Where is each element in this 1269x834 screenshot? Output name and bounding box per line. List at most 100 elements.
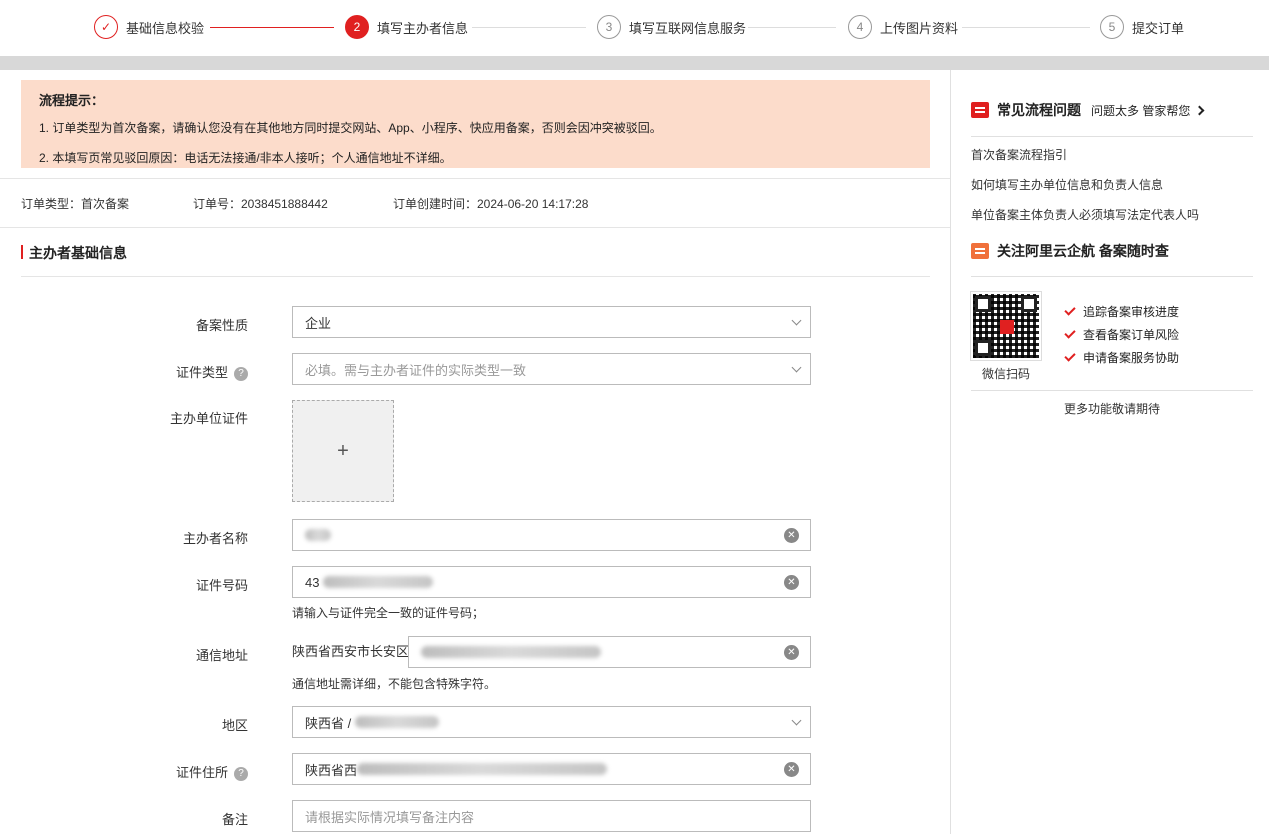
clear-icon[interactable]: ✕: [784, 528, 799, 543]
app-icon: [971, 243, 989, 259]
field-label-text: 证件类型: [175, 365, 228, 380]
feature-item: 申请备案服务协助: [1064, 349, 1180, 366]
field-label: 证件类型?: [0, 362, 248, 381]
step-number: 5: [1100, 15, 1124, 39]
cert-address-prefix: 陕西省西: [305, 762, 358, 778]
field-label: 证件住所?: [0, 762, 248, 781]
cert-number-prefix: 43: [305, 574, 320, 590]
cert-address-input[interactable]: 陕西省西 ✕: [292, 753, 811, 785]
notice-title: 流程提示：: [39, 93, 105, 108]
qr-logo: [1000, 320, 1014, 334]
separator-band: [0, 56, 1269, 70]
sponsor-name-input[interactable]: ✕: [292, 519, 811, 551]
faq-link[interactable]: 单位备案主体负责人必须填写法定代表人吗: [971, 206, 1199, 223]
address-hint: 通信地址需详细，不能包含特殊字符。: [292, 677, 497, 691]
feature-item: 追踪备案审核进度: [1064, 303, 1180, 320]
check-icon: [1064, 327, 1076, 339]
section-accent-bar: [21, 245, 23, 259]
help-icon[interactable]: ?: [234, 766, 248, 781]
select-placeholder: 必填。需与主办者证件的实际类型一致: [305, 362, 527, 378]
cert-number-hint: 请输入与证件完全一致的证件号码；: [292, 606, 485, 620]
chevron-down-icon: [791, 362, 802, 373]
notice-line: 2. 本填写页常见驳回原因：电话无法接通/非本人接听；个人通信地址不详细。: [39, 151, 452, 165]
field-label: 备注: [221, 812, 248, 827]
feature-label: 追踪备案审核进度: [1083, 305, 1180, 319]
order-number: 订单号：2038451888442: [193, 196, 328, 211]
notice-line: 1. 订单类型为首次备案，请确认您没有在其他地方同时提交网站、App、小程序、快…: [39, 121, 662, 135]
check-icon: [1064, 304, 1076, 316]
nature-select[interactable]: 企业: [292, 306, 811, 338]
field-label: 主办单位证件: [169, 411, 248, 426]
faq-title: 常见流程问题: [997, 102, 1081, 118]
step-label: 基础信息校验: [126, 20, 205, 36]
faq-header: 常见流程问题 问题太多 管家帮您: [971, 100, 1205, 120]
progress-stepper: ✓ 基础信息校验 2 填写主办者信息 3 填写互联网信息服务 4 上传图片资料 …: [0, 0, 1269, 56]
check-icon: [1064, 350, 1076, 362]
feature-item: 查看备案订单风险: [1064, 326, 1180, 343]
field-label: 证件号码: [195, 578, 248, 593]
qr-caption: 微信扫码: [981, 367, 1030, 381]
step-label: 填写主办者信息: [377, 20, 469, 36]
region-prefix: 陕西省 /: [305, 715, 352, 731]
step-connector: [472, 27, 586, 28]
qr-finder: [1021, 296, 1037, 312]
divider: [971, 276, 1253, 277]
region-select[interactable]: 陕西省 /: [292, 706, 811, 738]
cert-type-select[interactable]: 必填。需与主办者证件的实际类型一致: [292, 353, 811, 385]
redacted-value: [357, 763, 608, 775]
redacted-value: [421, 646, 601, 658]
faq-assist-link[interactable]: 问题太多 管家帮您: [1091, 102, 1190, 119]
address-prefix: 陕西省西安市长安区: [292, 644, 410, 659]
step-connector: [748, 27, 836, 28]
clear-icon[interactable]: ✕: [784, 762, 799, 777]
redacted-value: [305, 529, 331, 541]
step-label: 提交订单: [1132, 20, 1185, 36]
step-basic-check: ✓ 基础信息校验: [94, 14, 204, 40]
section-header: 主办者基础信息: [21, 242, 930, 277]
help-sidebar: 常见流程问题 问题太多 管家帮您 首次备案流程指引 如何填写主办单位信息和负责人…: [951, 70, 1269, 834]
select-value: 企业: [305, 315, 332, 331]
step-label: 上传图片资料: [880, 20, 959, 36]
faq-link[interactable]: 如何填写主办单位信息和负责人信息: [971, 176, 1163, 193]
step-submit-order: 5 提交订单: [1100, 14, 1184, 40]
check-icon: ✓: [94, 15, 118, 39]
qr-finder: [975, 296, 991, 312]
step-number: 3: [597, 15, 621, 39]
chevron-down-icon: [791, 315, 802, 326]
step-number: 2: [345, 15, 369, 39]
field-label-text: 证件住所: [175, 765, 228, 780]
faq-link[interactable]: 首次备案流程指引: [971, 146, 1067, 163]
field-label: 备案性质: [195, 318, 248, 333]
follow-header: 关注阿里云企航 备案随时查: [971, 241, 1169, 261]
chevron-down-icon: [791, 715, 802, 726]
redacted-value: [355, 716, 440, 728]
help-icon[interactable]: ?: [234, 366, 248, 381]
step-connector: [210, 27, 334, 28]
remark-placeholder: 请根据实际情况填写备注内容: [305, 809, 475, 825]
order-type: 订单类型：首次备案: [21, 196, 130, 211]
field-label: 地区: [221, 718, 248, 733]
process-notice: 流程提示： 1. 订单类型为首次备案，请确认您没有在其他地方同时提交网站、App…: [21, 80, 930, 168]
order-info-bar: 订单类型：首次备案 订单号：2038451888442 订单创建时间：2024-…: [0, 178, 950, 228]
follow-title: 关注阿里云企航 备案随时查: [997, 243, 1169, 259]
step-number: 4: [848, 15, 872, 39]
step-label: 填写互联网信息服务: [629, 20, 747, 36]
step-connector: [962, 27, 1090, 28]
clear-icon[interactable]: ✕: [784, 575, 799, 590]
order-created-time: 订单创建时间：2024-06-20 14:17:28: [393, 196, 589, 211]
cert-upload-box[interactable]: +: [292, 400, 394, 502]
qr-code: [970, 291, 1042, 361]
remark-input[interactable]: 请根据实际情况填写备注内容: [292, 800, 811, 832]
divider: [971, 390, 1253, 391]
qr-finder: [975, 340, 991, 356]
more-features-note: 更多功能敬请期待: [1063, 402, 1160, 416]
feature-label: 申请备案服务协助: [1083, 351, 1180, 365]
clear-icon[interactable]: ✕: [784, 645, 799, 660]
step-internet-service: 3 填写互联网信息服务: [597, 14, 746, 40]
field-label: 通信地址: [195, 648, 248, 663]
feature-label: 查看备案订单风险: [1083, 328, 1180, 342]
address-input[interactable]: ✕: [408, 636, 811, 668]
cert-number-input[interactable]: 43 ✕: [292, 566, 811, 598]
chevron-right-icon[interactable]: [1194, 105, 1205, 115]
section-title: 主办者基础信息: [29, 245, 127, 261]
